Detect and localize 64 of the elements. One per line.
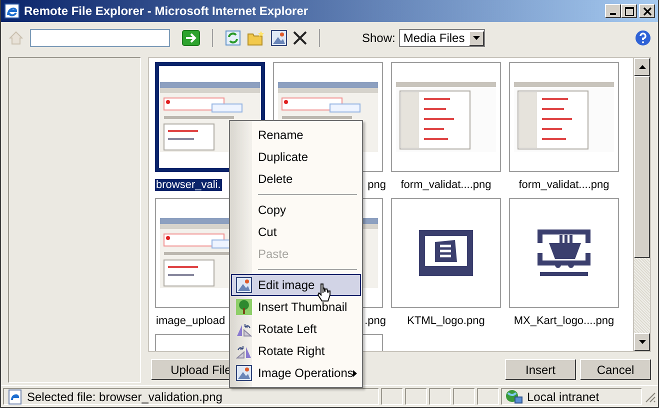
scroll-down-button[interactable] bbox=[634, 333, 650, 351]
menu-item[interactable]: Insert Thumbnail bbox=[231, 296, 361, 318]
minimize-button[interactable] bbox=[605, 4, 621, 18]
status-pane bbox=[429, 388, 451, 405]
menu-item[interactable]: Duplicate bbox=[231, 146, 361, 168]
submenu-arrow-icon bbox=[353, 370, 358, 376]
down-arrow-icon bbox=[638, 340, 646, 344]
cancel-button[interactable]: Cancel bbox=[580, 359, 651, 380]
file-name: form_validat....png bbox=[400, 179, 492, 191]
scrollbar-thumb[interactable] bbox=[634, 76, 650, 258]
dropdown-arrow-icon bbox=[472, 36, 480, 40]
file-name: .png bbox=[364, 315, 387, 327]
network-icon bbox=[505, 388, 523, 404]
file-name: image_upload bbox=[155, 315, 226, 327]
zone-label: Local intranet bbox=[527, 390, 600, 404]
menu-item[interactable]: Rename bbox=[231, 124, 361, 146]
help-icon[interactable] bbox=[635, 30, 651, 46]
document-logo-icon bbox=[419, 230, 473, 276]
thumbnail-tile[interactable] bbox=[391, 62, 501, 172]
window-title: Remote File Explorer - Microsoft Internet Explorer bbox=[24, 4, 308, 18]
browser-icon bbox=[4, 3, 20, 19]
maximize-icon bbox=[624, 6, 634, 16]
file-name: form_validat....png bbox=[518, 179, 610, 191]
thumbnail-tile[interactable] bbox=[391, 198, 501, 308]
status-pane bbox=[405, 388, 427, 405]
menu-item[interactable]: Rotate Left bbox=[231, 318, 361, 340]
cart-logo-icon bbox=[537, 229, 591, 277]
resize-grip-icon[interactable] bbox=[644, 390, 656, 402]
menu-item[interactable]: Rotate Right bbox=[231, 340, 361, 362]
rotate-right-icon bbox=[236, 343, 252, 359]
scroll-up-button[interactable] bbox=[634, 58, 650, 76]
file-name: KTML_logo.png bbox=[406, 315, 486, 327]
insert-button[interactable]: Insert bbox=[505, 359, 576, 380]
close-icon bbox=[642, 6, 652, 16]
menu-item[interactable]: Copy bbox=[231, 199, 361, 221]
file-name: png bbox=[366, 179, 387, 191]
status-pane bbox=[477, 388, 499, 405]
status-text: Selected file: browser_validation.png bbox=[27, 390, 222, 404]
rotate-left-icon bbox=[236, 321, 252, 337]
show-dropdown[interactable]: Media Files bbox=[399, 29, 485, 47]
image-icon bbox=[236, 365, 252, 381]
page-icon bbox=[7, 388, 23, 404]
file-name: browser_vali. bbox=[155, 179, 222, 191]
image-icon[interactable] bbox=[271, 30, 287, 46]
minimize-icon bbox=[610, 12, 616, 14]
thumbnail-tile[interactable] bbox=[509, 198, 619, 308]
status-pane bbox=[453, 388, 475, 405]
menu-item[interactable]: Edit image bbox=[231, 274, 361, 296]
thumbnail-tile[interactable] bbox=[509, 62, 619, 172]
menu-item[interactable]: Cut bbox=[231, 221, 361, 243]
close-button[interactable] bbox=[639, 4, 655, 18]
up-arrow-icon bbox=[638, 65, 646, 69]
delete-icon[interactable] bbox=[293, 31, 307, 45]
image-icon bbox=[236, 277, 252, 293]
show-label: Show: bbox=[362, 31, 396, 45]
menu-item[interactable]: Delete bbox=[231, 168, 361, 190]
status-pane bbox=[381, 388, 403, 405]
file-name: MX_Kart_logo....png bbox=[512, 315, 616, 327]
tree-icon bbox=[236, 299, 252, 315]
maximize-button[interactable] bbox=[621, 4, 637, 18]
path-field[interactable] bbox=[30, 29, 170, 47]
new-folder-icon[interactable] bbox=[247, 30, 265, 46]
mouse-cursor-icon bbox=[317, 283, 331, 303]
refresh-icon[interactable] bbox=[225, 30, 241, 46]
